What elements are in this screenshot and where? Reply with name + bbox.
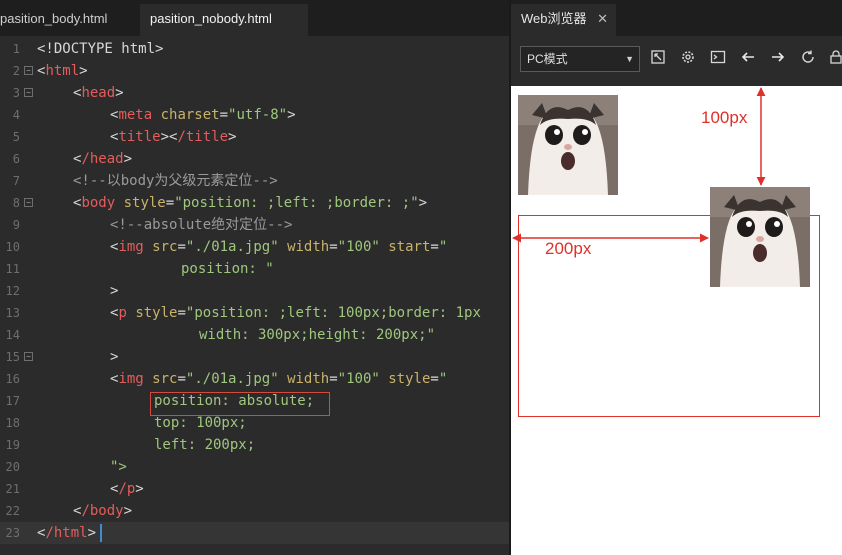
fold-toggle-icon[interactable]: − xyxy=(24,198,33,207)
code-line: 6 </head> xyxy=(0,148,509,170)
line-number: 9 xyxy=(12,218,20,232)
code-comment: <!--absolute绝对定位--> xyxy=(110,217,293,233)
code-line: 3 − <head> xyxy=(0,82,509,104)
line-number: 16 xyxy=(5,372,20,386)
code-text: width: 300px;height: 200px;" xyxy=(199,327,436,343)
caret-down-icon: ▼ xyxy=(625,54,634,64)
mode-select-value: PC模式 xyxy=(527,52,568,66)
line-number: 11 xyxy=(5,262,20,276)
code-line: 1 <!DOCTYPE html> xyxy=(0,38,509,60)
line-number: 1 xyxy=(12,42,20,56)
code-line: 13 <p style="position: ;left: 100px;bord… xyxy=(0,302,509,324)
code-line: 15 − > xyxy=(0,346,509,368)
code-line: 21 </p> xyxy=(0,478,509,500)
tab-web-browser[interactable]: Web浏览器 ✕ xyxy=(511,4,616,36)
line-number: 19 xyxy=(5,438,20,452)
line-number: 12 xyxy=(5,284,20,298)
code-text: > xyxy=(110,349,119,365)
code-line: 10 <img src="./01a.jpg" width="100" star… xyxy=(0,236,509,258)
close-icon[interactable]: ✕ xyxy=(597,4,608,34)
code-text: </p> xyxy=(110,481,144,497)
code-line: 2 − <html> xyxy=(0,60,509,82)
forward-arrow-icon[interactable] xyxy=(768,49,788,69)
code-text: <html> xyxy=(37,63,88,79)
annotation-arrows xyxy=(512,87,766,243)
annotation-top-offset: 100px xyxy=(701,108,748,127)
line-number: 17 xyxy=(5,394,20,408)
line-number: 8 xyxy=(12,196,20,210)
fold-toggle-icon[interactable]: − xyxy=(24,66,33,75)
code-text: </html> xyxy=(37,525,97,541)
tab-pasition-body[interactable]: pasition_body.html xyxy=(0,4,130,36)
line-number: 18 xyxy=(5,416,20,430)
code-editor[interactable]: pasition_body.html pasition_nobody.html … xyxy=(0,0,509,555)
lock-icon[interactable] xyxy=(826,49,842,69)
line-number: 6 xyxy=(12,152,20,166)
refresh-icon[interactable] xyxy=(798,49,818,69)
code-text: <img src="./01a.jpg" width="100" style=" xyxy=(110,371,448,387)
code-line: 12 > xyxy=(0,280,509,302)
code-line: 9 <!--absolute绝对定位--> xyxy=(0,214,509,236)
back-arrow-icon[interactable] xyxy=(738,49,758,69)
line-number: 10 xyxy=(5,240,20,254)
code-text: <img src="./01a.jpg" width="100" start=" xyxy=(110,239,448,255)
line-number: 14 xyxy=(5,328,20,342)
code-text: <body style="position: ;left: ;border: ;… xyxy=(73,195,428,211)
code-line: 19 left: 200px; xyxy=(0,434,509,456)
code-line: 7 <!--以body为父级元素定位--> xyxy=(0,170,509,192)
tab-label: Web浏览器 xyxy=(521,11,587,26)
code-comment: <!--以body为父级元素定位--> xyxy=(73,173,278,189)
browser-viewport[interactable]: 100px 200px xyxy=(511,86,842,555)
code-text: </body> xyxy=(73,503,133,519)
annotation-left-offset: 200px xyxy=(545,239,592,258)
fold-toggle-icon[interactable]: − xyxy=(24,88,33,97)
line-number: 15 xyxy=(5,350,20,364)
code-line: 20 "> xyxy=(0,456,509,478)
line-number: 13 xyxy=(5,306,20,320)
code-text: <title></title> xyxy=(110,129,237,145)
console-icon[interactable] xyxy=(708,49,728,69)
text-cursor xyxy=(100,524,102,542)
mode-select[interactable]: PC模式 ▼ xyxy=(520,46,640,72)
browser-toolbar: PC模式 ▼ xyxy=(511,36,842,86)
line-number: 20 xyxy=(5,460,20,474)
fold-toggle-icon[interactable]: − xyxy=(24,352,33,361)
web-browser-pane: Web浏览器 ✕ PC模式 ▼ 100px 200px xyxy=(511,0,842,555)
code-text: </head> xyxy=(73,151,133,167)
settings-icon[interactable] xyxy=(678,49,698,69)
code-text: <meta charset="utf-8"> xyxy=(110,107,296,123)
code-text: <p style="position: ;left: 100px;border:… xyxy=(110,305,481,321)
code-line: 11 position: " xyxy=(0,258,509,280)
code-area[interactable]: 1 <!DOCTYPE html> 2 − <html> 3 − <head> … xyxy=(0,38,509,555)
line-number: 3 xyxy=(12,86,20,100)
line-number: 7 xyxy=(12,174,20,188)
line-number: 22 xyxy=(5,504,20,518)
code-text: position: " xyxy=(181,261,274,277)
line-number: 5 xyxy=(12,130,20,144)
code-line: 8 − <body style="position: ;left: ;borde… xyxy=(0,192,509,214)
line-number: 2 xyxy=(12,64,20,78)
code-text: <!DOCTYPE html> xyxy=(37,41,164,57)
line-number: 23 xyxy=(5,526,20,540)
code-text: "> xyxy=(110,459,127,475)
code-text: left: 200px; xyxy=(154,437,256,453)
editor-tab-bar: pasition_body.html pasition_nobody.html xyxy=(0,0,509,36)
code-line: 16 <img src="./01a.jpg" width="100" styl… xyxy=(0,368,509,390)
browser-tab-bar: Web浏览器 ✕ xyxy=(511,0,842,36)
code-line: 22 </body> xyxy=(0,500,509,522)
code-line: 4 <meta charset="utf-8"> xyxy=(0,104,509,126)
expand-icon[interactable] xyxy=(648,49,668,69)
code-text: > xyxy=(110,283,119,299)
line-number: 21 xyxy=(5,482,20,496)
tab-pasition-nobody[interactable]: pasition_nobody.html xyxy=(140,4,308,36)
code-line: 5 <title></title> xyxy=(0,126,509,148)
code-text: <head> xyxy=(73,85,124,101)
code-line-current: 23 </html> xyxy=(0,522,509,544)
highlight-box xyxy=(150,392,330,416)
line-number: 4 xyxy=(12,108,20,122)
code-line: 14 width: 300px;height: 200px;" xyxy=(0,324,509,346)
